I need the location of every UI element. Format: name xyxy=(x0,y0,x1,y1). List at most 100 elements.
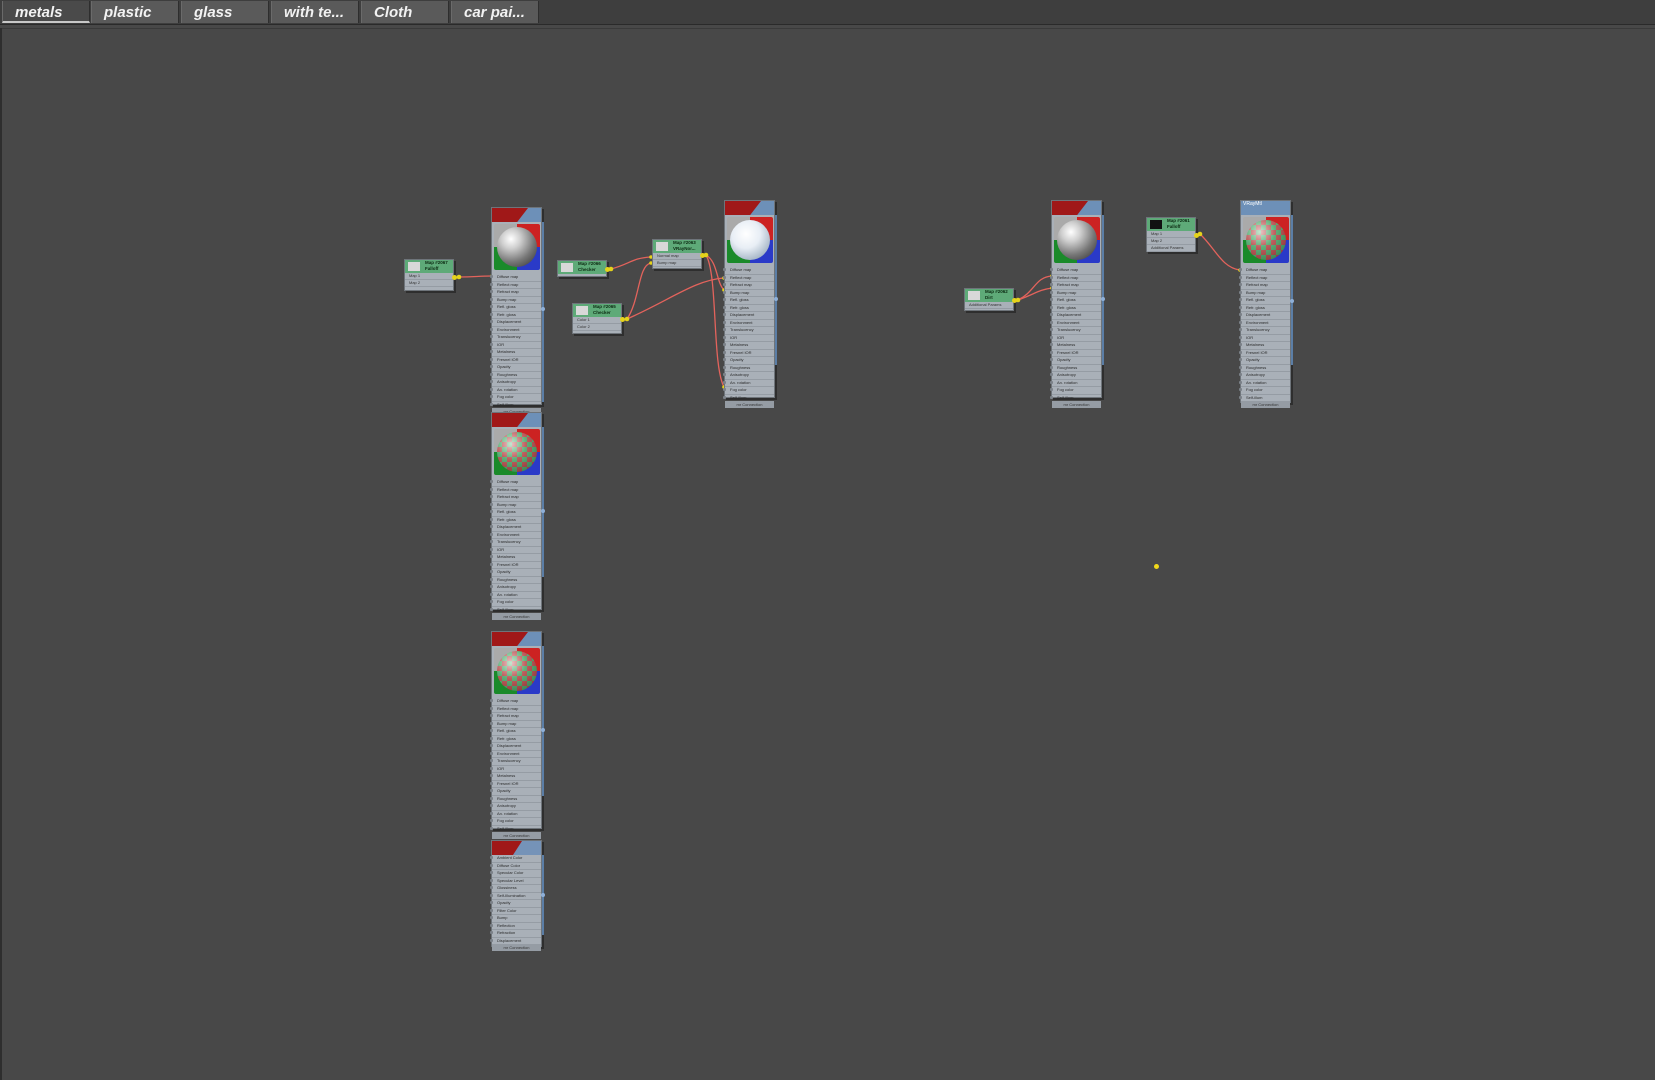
material-slot[interactable]: Refract map xyxy=(490,494,541,502)
output-pin[interactable] xyxy=(452,275,457,280)
material-slot[interactable]: Roughness xyxy=(490,796,541,803)
output-pin[interactable] xyxy=(541,728,545,732)
material-slot[interactable]: An. rotation xyxy=(490,592,541,599)
material-slot[interactable]: Diffuse map xyxy=(490,479,541,487)
material-slot[interactable]: Specular Color xyxy=(490,870,541,878)
material-slot[interactable]: Refl. gloss xyxy=(1050,297,1101,305)
material-slot[interactable]: Reflect map xyxy=(723,275,774,282)
material-slot[interactable]: Self-Illumination xyxy=(490,893,541,900)
material-slot[interactable]: Displacement xyxy=(490,743,541,751)
material-slot[interactable]: Refract map xyxy=(1050,282,1101,290)
material-slot[interactable]: Metalness xyxy=(1239,342,1290,350)
material-slot[interactable]: Diffuse map xyxy=(1239,267,1290,275)
material-slot[interactable]: Metalness xyxy=(490,554,541,562)
material-slot[interactable]: Fresnel IOR xyxy=(1050,350,1101,357)
material-slot[interactable]: Environment xyxy=(723,320,774,327)
material-slot[interactable]: Diffuse map xyxy=(1050,267,1101,275)
material-slot[interactable]: Displacement xyxy=(1239,312,1290,320)
material-slot[interactable]: Refl. gloss xyxy=(490,509,541,517)
material-slot[interactable]: Anisotropy xyxy=(1239,372,1290,380)
material-node-standard[interactable]: Ambient Color Diffuse Color Specular Color… xyxy=(490,840,545,951)
material-slot[interactable]: IOR xyxy=(723,335,774,342)
material-slot[interactable]: Fog color xyxy=(723,387,774,395)
tab-car-paint[interactable]: car pai... xyxy=(451,1,539,23)
material-node-metal-dirt[interactable]: Diffuse map Reflect map Refract map Bump ma… xyxy=(1050,200,1105,408)
material-slot[interactable]: Metalness xyxy=(490,349,541,357)
map-slot[interactable]: Map 2 xyxy=(1147,238,1195,245)
map-slot[interactable]: Map 1 xyxy=(1147,231,1195,238)
map-slot[interactable]: Bump map xyxy=(653,260,701,267)
material-slot[interactable]: Refr. gloss xyxy=(723,305,774,312)
output-pin[interactable] xyxy=(1290,299,1294,303)
material-slot[interactable]: Refraction xyxy=(490,930,541,938)
material-slot[interactable]: Translucency xyxy=(490,539,541,547)
material-slot[interactable]: Self-illum xyxy=(723,395,774,402)
material-slot[interactable]: Roughness xyxy=(490,372,541,379)
tab-cloth[interactable]: Cloth xyxy=(361,1,449,23)
material-slot[interactable]: Translucency xyxy=(1050,327,1101,335)
material-slot[interactable]: Self-illum xyxy=(490,607,541,614)
material-slot[interactable]: Environment xyxy=(1239,320,1290,327)
material-node-chrome[interactable]: Diffuse map Reflect map Refract map Bump ma… xyxy=(490,207,545,415)
material-slot[interactable]: Translucency xyxy=(723,327,774,335)
map-slot[interactable]: Map 2 xyxy=(405,280,453,287)
material-slot[interactable]: Environment xyxy=(1050,320,1101,327)
material-slot[interactable]: Translucency xyxy=(1239,327,1290,335)
material-slot[interactable]: Metalness xyxy=(1050,342,1101,350)
material-slot[interactable]: Fog color xyxy=(1050,387,1101,395)
material-slot[interactable]: Fog color xyxy=(490,599,541,607)
material-slot[interactable]: IOR xyxy=(490,342,541,349)
output-pin[interactable] xyxy=(541,893,545,897)
material-slot[interactable]: Reflect map xyxy=(1050,275,1101,282)
material-slot[interactable]: Fog color xyxy=(490,818,541,826)
material-node-checker-b[interactable]: Diffuse map Reflect map Refract map Bump ma… xyxy=(490,631,545,839)
material-slot[interactable]: Bump map xyxy=(1239,290,1290,297)
material-slot[interactable]: Diffuse map xyxy=(490,274,541,282)
material-slot[interactable]: Opacity xyxy=(490,569,541,577)
material-slot[interactable]: An. rotation xyxy=(723,380,774,387)
map-node-falloff[interactable]: Map #2067 Falloff Map 1 Map 2 xyxy=(404,259,457,291)
output-pin[interactable] xyxy=(1101,297,1105,301)
material-slot[interactable]: Bump map xyxy=(490,721,541,728)
material-slot[interactable]: Specular Level xyxy=(490,878,541,885)
material-slot[interactable]: Opacity xyxy=(490,900,541,908)
output-pin[interactable] xyxy=(700,253,705,258)
map-node-checker-2[interactable]: Map #2065 Checker Color 1 Color 2 xyxy=(572,303,625,334)
material-slot[interactable]: Fresnel IOR xyxy=(723,350,774,357)
material-slot[interactable]: Roughness xyxy=(1050,365,1101,372)
material-slot[interactable]: Filter Color xyxy=(490,908,541,915)
material-slot[interactable]: Roughness xyxy=(490,577,541,584)
material-slot[interactable]: Metalness xyxy=(490,773,541,781)
material-node-vraymtl[interactable]: VRayMtl Diffuse map Reflect map Refract ma… xyxy=(1239,200,1294,408)
output-pin[interactable] xyxy=(541,509,545,513)
material-slot[interactable]: Reflect map xyxy=(490,487,541,494)
material-slot[interactable]: Refl. gloss xyxy=(1239,297,1290,305)
material-slot[interactable]: Self-illum xyxy=(490,402,541,409)
map-node-falloff-2[interactable]: Map #2061 Falloff Map 1 Map 2 Additional… xyxy=(1146,217,1199,252)
material-slot[interactable]: Refl. gloss xyxy=(490,728,541,736)
map-slot[interactable]: Additional Params xyxy=(965,302,1013,309)
material-slot[interactable]: Anisotropy xyxy=(490,379,541,387)
material-slot[interactable]: Reflect map xyxy=(1239,275,1290,282)
output-pin[interactable] xyxy=(620,317,625,322)
output-pin[interactable] xyxy=(1194,233,1199,238)
material-slot[interactable]: Refl. gloss xyxy=(490,304,541,312)
material-slot[interactable]: IOR xyxy=(490,547,541,554)
material-slot[interactable]: Opacity xyxy=(490,788,541,796)
material-slot[interactable]: Bump map xyxy=(723,290,774,297)
material-slot[interactable]: Diffuse map xyxy=(723,267,774,275)
material-slot[interactable]: Displacement xyxy=(723,312,774,320)
material-node-checker-a[interactable]: Diffuse map Reflect map Refract map Bump ma… xyxy=(490,412,545,620)
material-slot[interactable]: Roughness xyxy=(723,365,774,372)
output-pin[interactable] xyxy=(1012,298,1017,303)
material-slot[interactable]: Refr. gloss xyxy=(1239,305,1290,312)
material-slot[interactable]: Fresnel IOR xyxy=(490,781,541,788)
material-slot[interactable]: Displacement xyxy=(490,524,541,532)
material-slot[interactable]: Displacement xyxy=(490,319,541,327)
material-slot[interactable]: An. rotation xyxy=(1050,380,1101,387)
material-slot[interactable]: Environment xyxy=(490,751,541,758)
material-slot[interactable]: Anisotropy xyxy=(490,803,541,811)
material-slot[interactable]: IOR xyxy=(1239,335,1290,342)
material-slot[interactable]: Fresnel IOR xyxy=(490,357,541,364)
material-slot[interactable]: An. rotation xyxy=(1239,380,1290,387)
